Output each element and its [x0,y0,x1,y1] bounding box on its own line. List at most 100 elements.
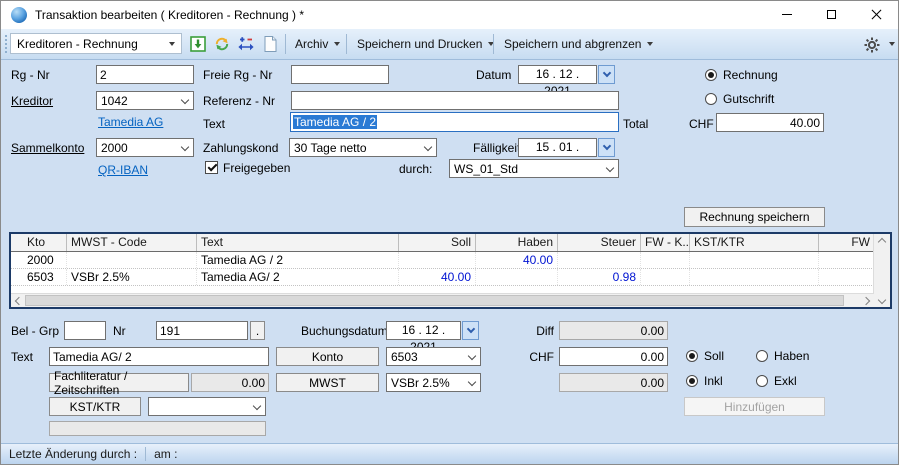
datum-input[interactable]: 16 . 12 . 2021 [518,65,597,84]
chevron-down-icon [253,403,261,411]
buchungsdatum-input[interactable]: 16 . 12 . 2021 [386,321,461,340]
transaction-type-select[interactable]: Kreditoren - Rechnung [10,33,182,54]
chevron-down-icon [647,42,653,46]
table-row[interactable]: 6503 VSBr 2.5% Tamedia AG/ 2 40.00 0.98 [11,269,890,286]
cell-fw-k [641,269,690,285]
soll-radio[interactable] [686,350,698,362]
close-icon [871,9,882,20]
column-header-fw-k[interactable]: FW - K.. [641,234,690,251]
chevron-down-icon [169,42,175,46]
mwst-button[interactable]: MWST [276,373,379,392]
text2-input[interactable] [49,347,269,366]
table-row[interactable]: 2000 Tamedia AG / 2 40.00 [11,252,890,269]
chevron-down-icon[interactable] [889,42,895,46]
horizontal-scrollbar-thumb[interactable] [25,295,844,306]
refresh-icon [213,35,231,53]
durch-label: durch: [399,162,432,176]
column-header-fw[interactable]: FW [819,234,874,251]
cell-fw-k [641,252,690,268]
title-bar: Transaktion bearbeiten ( Kreditoren - Re… [1,1,898,30]
durch-select[interactable]: WS_01_Std [449,159,619,178]
diff-label: Diff [529,324,554,338]
toolbar: Kreditoren - Rechnung Archiv Speichern u… [1,29,898,60]
maximize-button[interactable] [809,1,854,28]
scroll-down-button[interactable] [875,294,889,307]
faelligkeit-input[interactable]: 15 . 01 . 2022 [518,138,597,157]
settings-gear-button[interactable] [863,36,881,54]
mwst-select[interactable]: VSBr 2.5% [386,373,481,392]
chevron-up-icon [878,237,886,245]
faelligkeit-dropdown-button[interactable] [598,138,615,157]
text-input[interactable]: Tamedia AG / 2 [290,112,619,132]
minimize-icon [782,14,792,15]
kst-ktr-button[interactable]: KST/KTR [49,397,141,416]
kst-ktr-select[interactable] [148,397,266,416]
table-header-row: Kto MWST - Code Text Soll Haben Steuer F… [11,234,890,252]
column-header-haben[interactable]: Haben [476,234,558,251]
column-header-kst-ktr[interactable]: KST/KTR [690,234,819,251]
buchungsdatum-dropdown-button[interactable] [462,321,479,340]
haben-radio[interactable] [756,350,768,362]
kreditor-name-link[interactable]: Tamedia AG [98,115,163,129]
gutschrift-radio[interactable] [705,93,717,105]
fachliteratur-button[interactable]: Fachliteratur / Zeitschriften [49,373,189,392]
sammelkonto-select[interactable]: 2000 [96,138,194,157]
bel-grp-input[interactable] [64,321,106,340]
rechnung-speichern-button[interactable]: Rechnung speichern [684,207,825,227]
column-header-kto[interactable]: Kto [11,234,67,251]
referenz-nr-input[interactable] [291,91,619,110]
freie-rg-nr-input[interactable] [291,65,389,84]
scroll-right-button[interactable] [860,294,874,307]
cell-haben [476,269,558,285]
archiv-button[interactable]: Archiv [289,33,346,55]
hinzufuegen-button[interactable]: Hinzufügen [684,397,825,416]
freigegeben-checkbox[interactable] [205,161,218,174]
save-and-accrue-button[interactable]: Speichern und abgrenzen [498,33,659,55]
datum-dropdown-button[interactable] [598,65,615,84]
refresh-icon-button[interactable] [213,35,231,53]
rechnung-radio[interactable] [705,69,717,81]
cell-steuer [558,252,641,268]
scroll-up-button[interactable] [875,234,889,247]
exkl-radio[interactable] [756,375,768,387]
exkl-radio-label: Exkl [774,374,797,388]
import-icon [189,35,207,53]
nr-input[interactable] [156,321,248,340]
chevron-down-icon [603,143,611,151]
dots-button[interactable]: . [250,321,265,340]
close-button[interactable] [854,1,899,28]
window-title: Transaktion bearbeiten ( Kreditoren - Re… [35,8,304,22]
rg-nr-input[interactable] [96,65,194,84]
datum-label: Datum [476,68,511,82]
column-header-soll[interactable]: Soll [399,234,476,251]
column-header-mwst-code[interactable]: MWST - Code [67,234,197,251]
maximize-icon [827,10,836,19]
zahlungskond-label: Zahlungskond [203,141,278,155]
statusbar-separator [145,447,146,461]
haben-radio-label: Haben [774,349,809,363]
konto-select[interactable]: 6503 [386,347,481,366]
kreditor-label[interactable]: Kreditor [11,94,53,108]
save-and-print-button[interactable]: Speichern und Drucken [351,33,500,55]
vertical-scrollbar[interactable] [873,234,890,307]
betrag2-input [191,373,269,392]
chf-input[interactable] [559,347,668,366]
scroll-left-button[interactable] [11,294,25,307]
plus-minus-icon-button[interactable] [237,35,255,53]
app-window: Transaktion bearbeiten ( Kreditoren - Re… [0,0,899,465]
horizontal-scrollbar[interactable] [11,293,874,307]
new-document-icon-button[interactable] [261,35,279,53]
column-header-text[interactable]: Text [197,234,399,251]
zahlungskond-select[interactable]: 30 Tage netto [289,138,437,157]
qr-iban-link[interactable]: QR-IBAN [98,163,148,177]
chevron-down-icon [606,165,614,173]
cell-haben: 40.00 [476,252,558,268]
konto-button[interactable]: Konto [276,347,379,366]
kreditor-select[interactable]: 1042 [96,91,194,110]
minimize-button[interactable] [764,1,809,28]
column-header-steuer[interactable]: Steuer [558,234,641,251]
import-icon-button[interactable] [189,35,207,53]
total-input[interactable] [716,113,824,132]
sammelkonto-label[interactable]: Sammelkonto [11,141,84,155]
inkl-radio[interactable] [686,375,698,387]
